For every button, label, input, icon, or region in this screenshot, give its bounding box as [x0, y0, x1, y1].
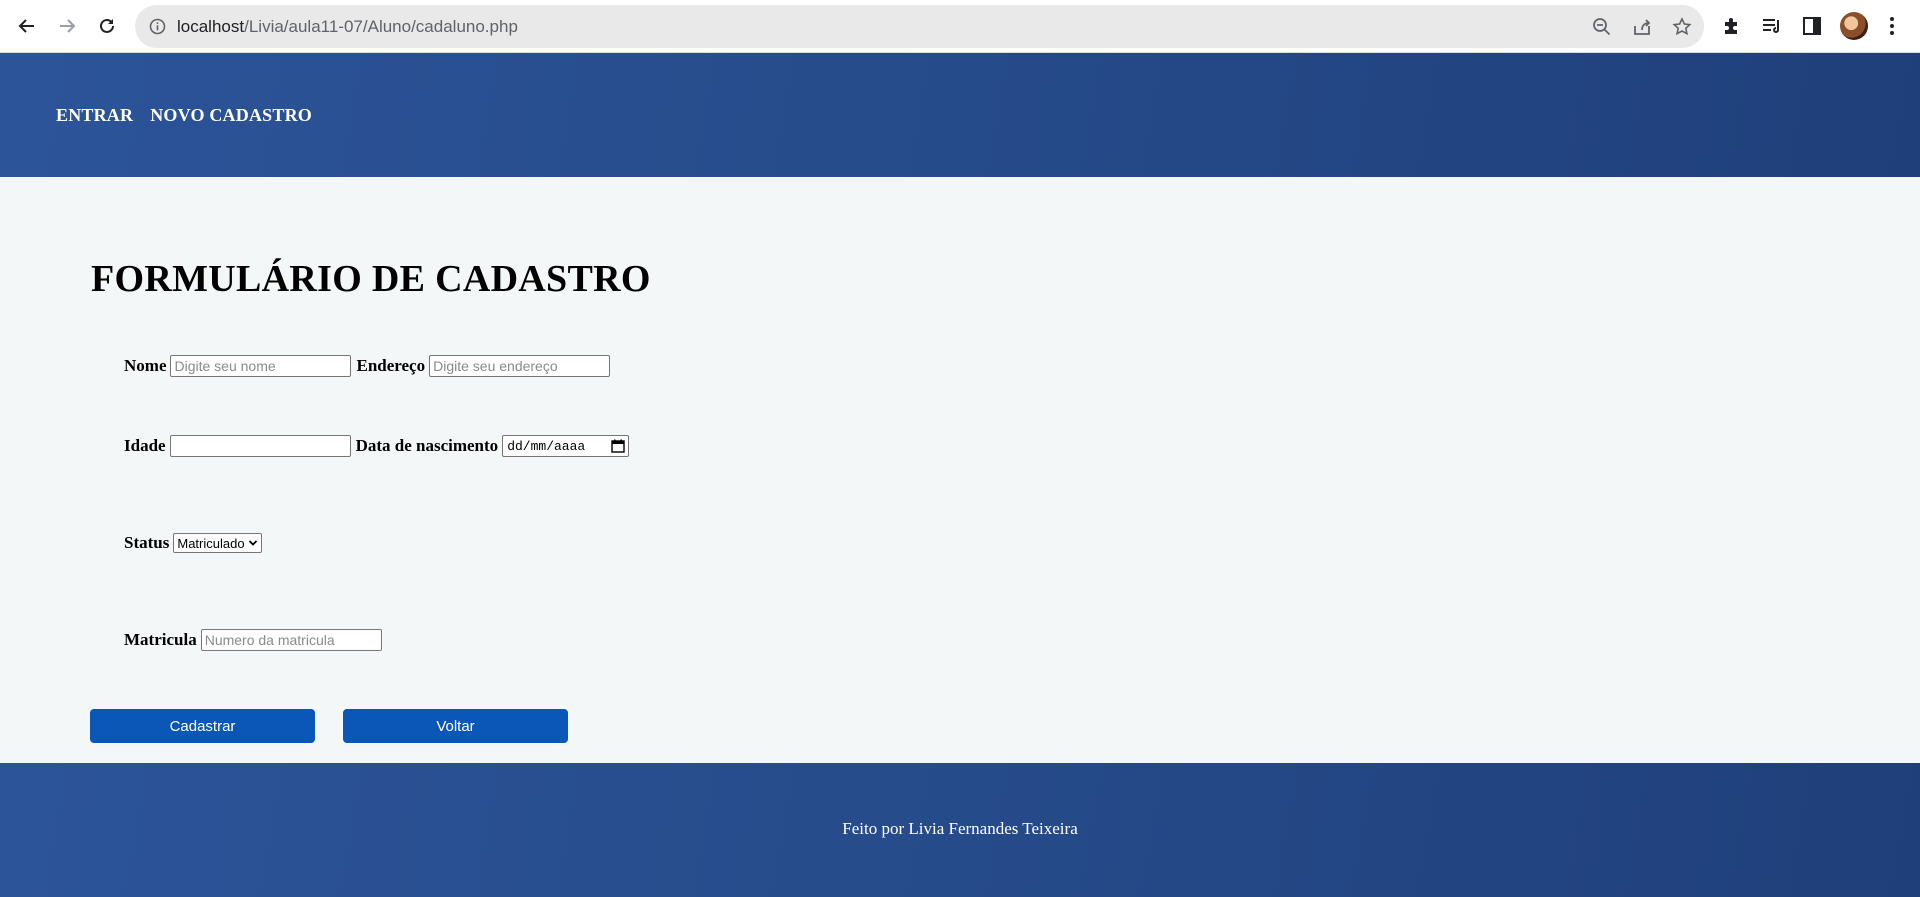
url-path: /Livia/aula11-07/Aluno/cadaluno.php — [244, 17, 518, 36]
idade-label: Idade — [124, 436, 166, 455]
row-idade-nascimento: Idade Data de nascimento dd/mm/aaaa — [124, 435, 630, 457]
idade-input[interactable] — [169, 435, 351, 457]
forward-arrow-icon[interactable] — [52, 11, 82, 41]
calendar-icon[interactable] — [611, 439, 625, 453]
site-header: ENTRAR NOVO CADASTRO — [0, 53, 1920, 177]
main-content: FORMULÁRIO DE CADASTRO Nome Endereço Ida… — [0, 177, 1920, 763]
site-footer: Feito por Livia Fernandes Teixeira — [0, 763, 1920, 897]
nascimento-label: Data de nascimento — [355, 436, 499, 455]
row-nome-endereco: Nome Endereço — [124, 355, 615, 377]
reload-icon[interactable] — [92, 11, 122, 41]
chevron-down-icon — [248, 540, 257, 546]
endereco-input[interactable] — [429, 355, 611, 377]
page-title: FORMULÁRIO DE CADASTRO — [91, 258, 651, 300]
browser-toolbar: localhost/Livia/aula11-07/Aluno/cadaluno… — [0, 0, 1920, 53]
nome-label: Nome — [124, 356, 167, 375]
bookmark-star-icon[interactable] — [1671, 16, 1693, 38]
url-text[interactable]: localhost/Livia/aula11-07/Aluno/cadaluno… — [177, 5, 518, 48]
zoom-icon[interactable] — [1591, 16, 1613, 38]
more-menu-icon[interactable] — [1880, 14, 1904, 38]
cadastrar-button[interactable]: Cadastrar — [90, 709, 315, 743]
profile-avatar[interactable] — [1840, 12, 1868, 40]
share-icon[interactable] — [1631, 16, 1653, 38]
nome-input[interactable] — [170, 355, 352, 377]
extensions-puzzle-icon[interactable] — [1720, 14, 1744, 38]
main-nav: ENTRAR NOVO CADASTRO — [56, 105, 312, 126]
matricula-label: Matricula — [124, 630, 197, 649]
footer-credit: Feito por Livia Fernandes Teixeira — [842, 819, 1078, 838]
side-panel-icon[interactable] — [1800, 14, 1824, 38]
nascimento-date-input[interactable]: dd/mm/aaaa — [502, 435, 630, 457]
status-label: Status — [124, 533, 170, 552]
status-select[interactable]: Matriculado — [173, 533, 262, 553]
endereco-label: Endereço — [356, 356, 426, 375]
status-selected-value: Matriculado — [177, 535, 245, 551]
url-host: localhost — [177, 17, 245, 36]
row-matricula: Matricula — [124, 629, 387, 651]
nav-novo-cadastro-link[interactable]: NOVO CADASTRO — [150, 105, 312, 126]
row-status: Status Matriculado — [124, 533, 262, 553]
reading-list-icon[interactable] — [1760, 14, 1784, 38]
date-value: dd/mm/aaaa — [507, 438, 586, 454]
site-info-icon[interactable] — [149, 18, 166, 35]
address-bar[interactable]: localhost/Livia/aula11-07/Aluno/cadaluno… — [135, 5, 1704, 48]
voltar-button[interactable]: Voltar — [343, 709, 568, 743]
back-arrow-icon[interactable] — [12, 11, 42, 41]
nav-entrar-link[interactable]: ENTRAR — [56, 105, 133, 126]
matricula-input[interactable] — [200, 629, 382, 651]
